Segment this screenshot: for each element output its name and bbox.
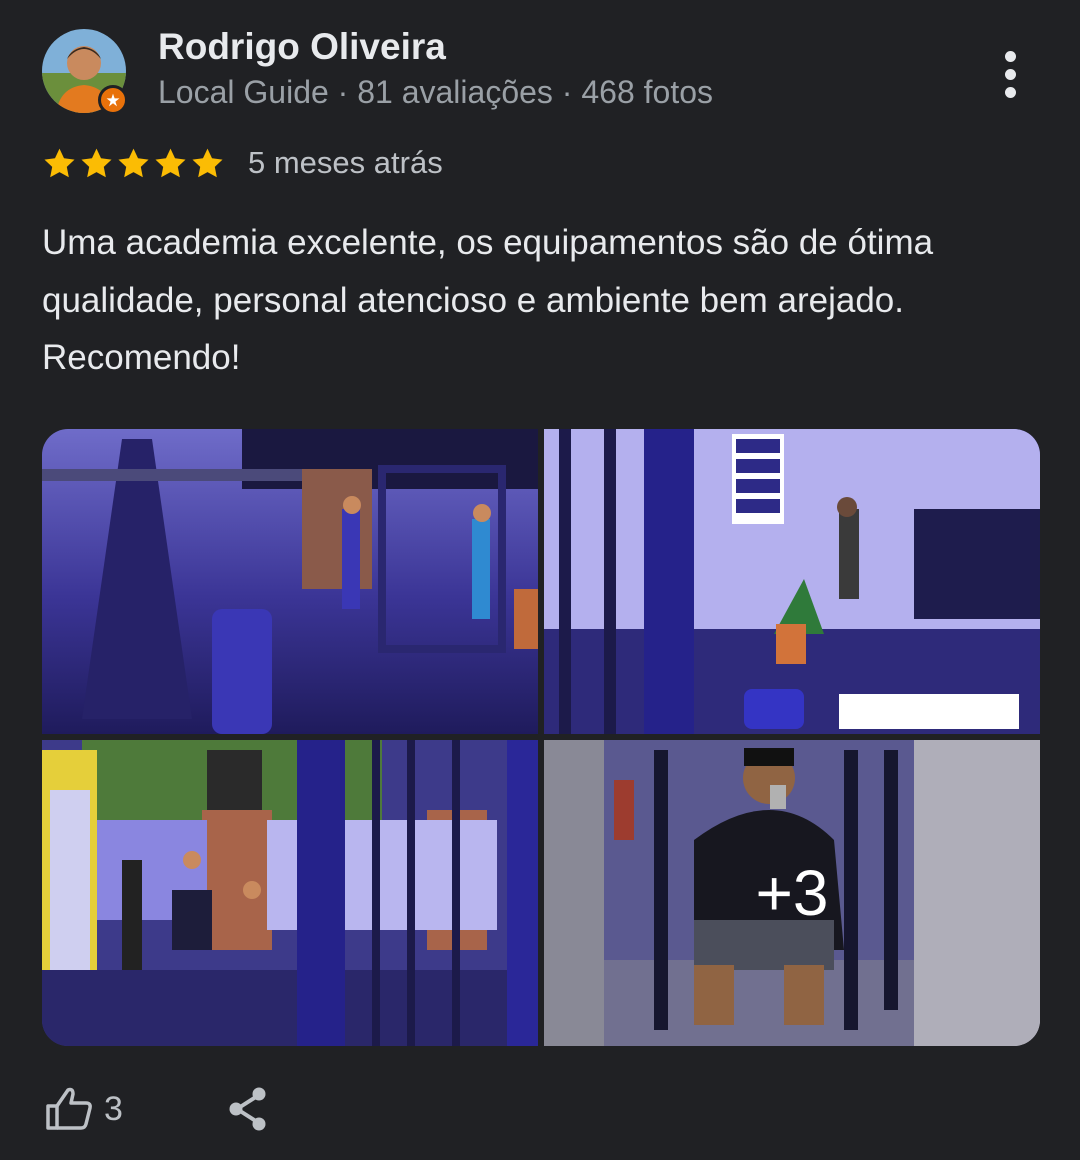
review-photo-2[interactable] — [544, 429, 1040, 734]
star-icon — [155, 148, 186, 177]
thumb-up-icon — [46, 1087, 92, 1130]
review-actions: 3 — [44, 1082, 270, 1136]
more-photos-overlay[interactable]: +3 — [544, 740, 1040, 1046]
star-icon — [81, 148, 112, 177]
share-button[interactable] — [226, 1085, 270, 1133]
review-photo-4[interactable]: +3 — [544, 740, 1040, 1046]
star-icon — [44, 148, 75, 177]
star-rating — [42, 146, 225, 181]
author-avatar[interactable] — [42, 29, 128, 115]
review-photo-3[interactable] — [42, 740, 538, 1046]
review-text: Uma academia excelente, os equipamentos … — [42, 223, 934, 377]
review-date: 5 meses atrás — [248, 145, 443, 180]
like-count: 3 — [104, 1089, 123, 1128]
star-icon — [118, 148, 149, 177]
like-button[interactable]: 3 — [44, 1086, 123, 1132]
author-meta: Local Guide · 81 avaliações · 468 fotos — [158, 74, 713, 110]
author-name[interactable]: Rodrigo Oliveira — [158, 26, 446, 68]
local-guide-badge-icon — [98, 85, 128, 115]
star-icon — [192, 148, 223, 177]
rating-row: 5 meses atrás — [42, 143, 443, 183]
photo-grid: +3 — [42, 429, 1040, 1046]
review-photo-1[interactable] — [42, 429, 538, 734]
more-vert-icon[interactable] — [986, 46, 1034, 102]
share-icon — [229, 1087, 266, 1131]
